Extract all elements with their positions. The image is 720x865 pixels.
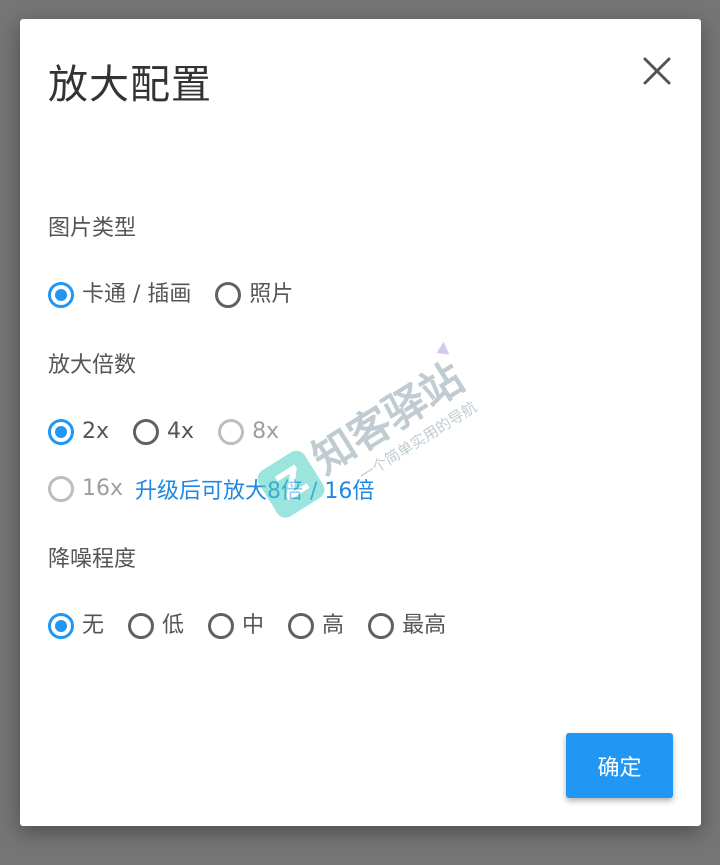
denoise-medium-option[interactable]: 中: [208, 611, 264, 641]
close-icon: [643, 57, 671, 85]
radio-unchecked-icon[interactable]: [133, 419, 160, 445]
dialog-title: 放大配置: [48, 62, 212, 108]
image-type-photo-option[interactable]: 照片: [215, 280, 293, 310]
denoise-high-label: 高: [322, 613, 345, 638]
radio-unchecked-icon[interactable]: [215, 282, 242, 308]
scale-8x-option[interactable]: 8x: [218, 417, 279, 447]
radio-unchecked-icon[interactable]: [208, 613, 235, 639]
scale-label: 放大倍数: [48, 353, 137, 378]
scale-2x-option[interactable]: 2x: [48, 417, 109, 447]
image-type-group: 卡通 / 插画 照片: [48, 277, 293, 313]
image-type-cartoon-label: 卡通 / 插画: [82, 282, 192, 307]
denoise-low-option[interactable]: 低: [128, 611, 184, 641]
image-type-cartoon-option[interactable]: 卡通 / 插画: [48, 280, 191, 310]
upscale-config-dialog: 放大配置 图片类型 卡通 / 插画 照片 放大倍数 2x 4x 8x 16x 升…: [20, 19, 701, 826]
upgrade-link[interactable]: 升级后可放大8倍 / 16倍: [135, 473, 374, 505]
radio-checked-icon[interactable]: [48, 613, 74, 639]
scale-group: 2x 4x 8x: [48, 414, 279, 450]
denoise-low-label: 低: [162, 613, 185, 638]
scale-4x-label: 4x: [167, 419, 195, 444]
denoise-none-label: 无: [82, 613, 105, 638]
radio-unchecked-icon[interactable]: [128, 613, 155, 639]
scale-group-row-2: 16x 升级后可放大8倍 / 16倍: [48, 471, 374, 507]
radio-checked-icon[interactable]: [48, 282, 74, 308]
radio-unchecked-icon[interactable]: [218, 419, 245, 445]
radio-unchecked-icon[interactable]: [48, 476, 74, 502]
image-type-label: 图片类型: [48, 216, 137, 241]
scale-2x-label: 2x: [82, 419, 110, 444]
denoise-medium-label: 中: [242, 613, 265, 638]
scale-4x-option[interactable]: 4x: [133, 417, 194, 447]
close-button[interactable]: [640, 54, 674, 88]
scale-8x-label: 8x: [252, 419, 280, 444]
scale-16x-option[interactable]: 16x: [48, 474, 123, 504]
scale-16x-label: 16x: [82, 476, 124, 501]
denoise-label: 降噪程度: [48, 547, 137, 572]
confirm-button[interactable]: 确定: [566, 733, 673, 798]
radio-checked-icon[interactable]: [48, 419, 74, 445]
denoise-high-option[interactable]: 高: [288, 611, 344, 641]
radio-unchecked-icon[interactable]: [368, 613, 395, 639]
denoise-group: 无 低 中 高 最高: [48, 608, 446, 644]
denoise-none-option[interactable]: 无: [48, 611, 104, 641]
image-type-photo-label: 照片: [249, 282, 294, 307]
radio-unchecked-icon[interactable]: [288, 613, 315, 639]
denoise-max-label: 最高: [402, 613, 447, 638]
denoise-max-option[interactable]: 最高: [368, 611, 446, 641]
